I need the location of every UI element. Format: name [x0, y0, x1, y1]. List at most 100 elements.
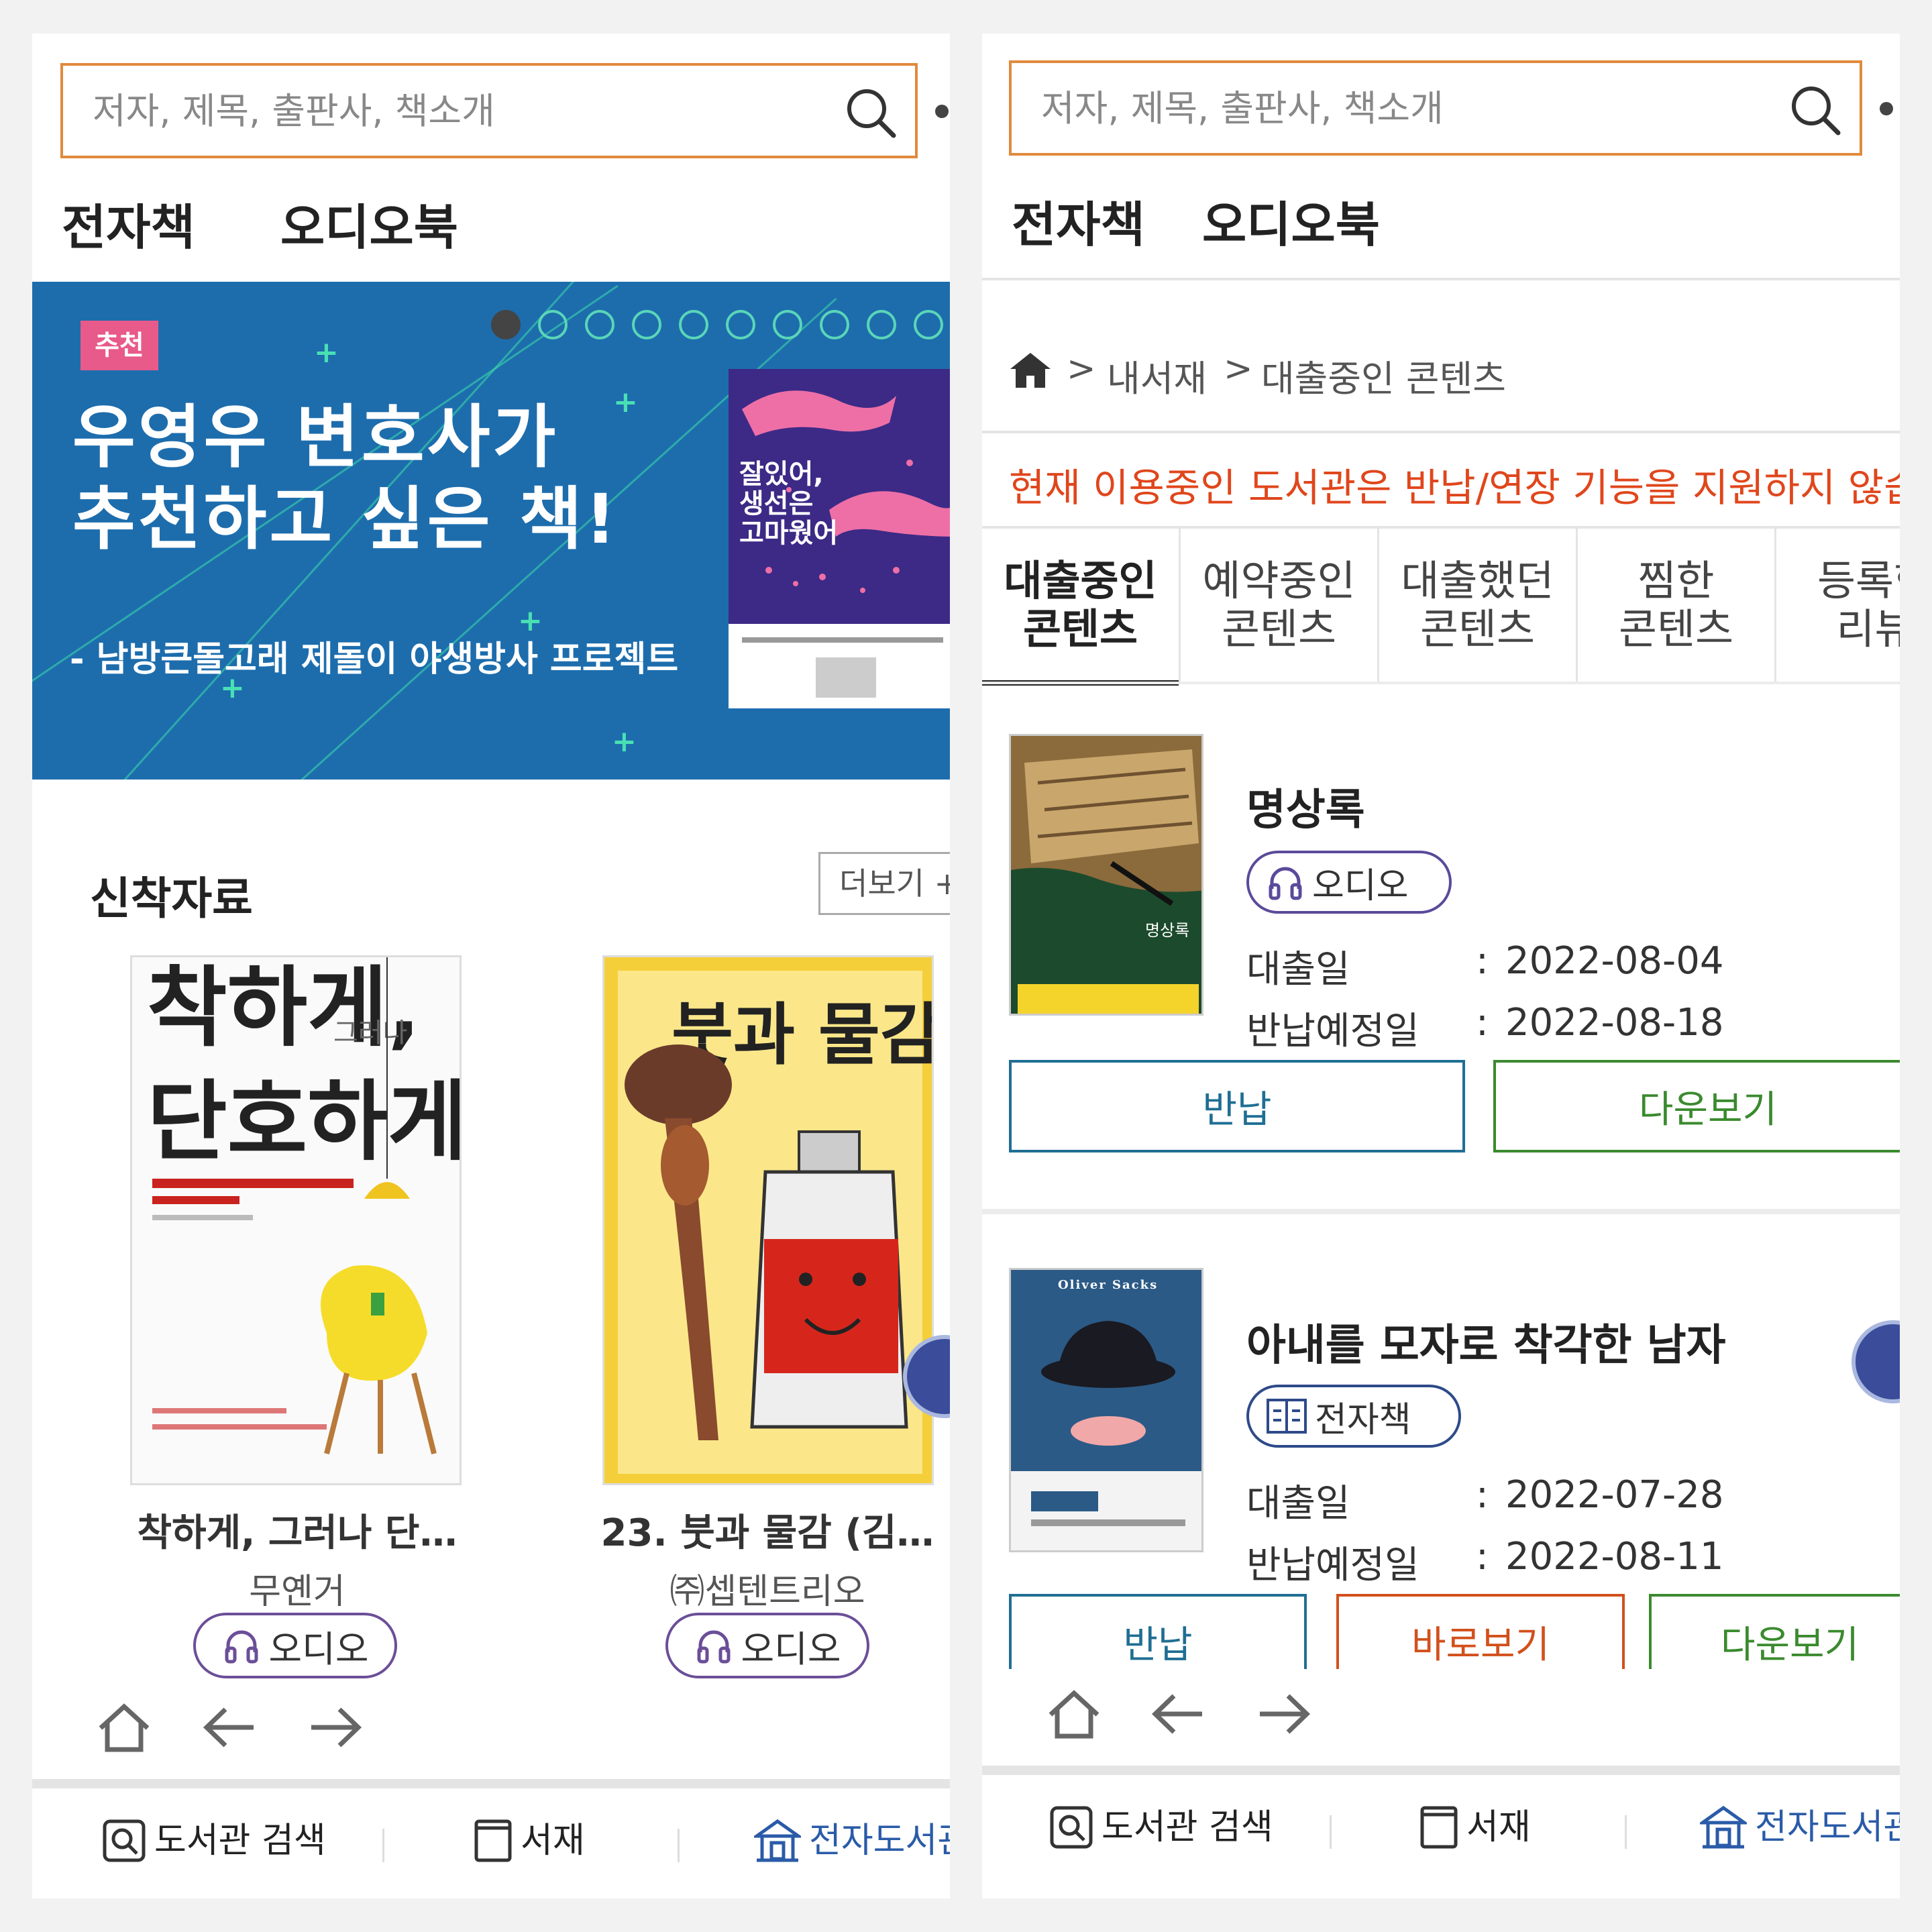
back-arrow-icon[interactable]: [1148, 1690, 1209, 1737]
search-icon[interactable]: [1788, 83, 1842, 137]
book-cover-2[interactable]: 붓과 물감: [602, 955, 934, 1485]
carousel-dot[interactable]: [773, 310, 802, 339]
tab-ebook[interactable]: 전자책: [1012, 185, 1145, 256]
my-shelf-tab[interactable]: 대출했던 콘텐츠: [1379, 527, 1578, 683]
left-screen: 저자, 제목, 출판사, 책소개 전자책 오디오북 + + + + + 추천 우…: [32, 34, 950, 1898]
search-placeholder[interactable]: 저자, 제목, 출판사, 책소개: [93, 66, 495, 157]
back-arrow-icon[interactable]: [200, 1704, 260, 1751]
forward-arrow-icon[interactable]: [1253, 1690, 1313, 1737]
my-shelf-tab[interactable]: 등록한리뷰: [1776, 527, 1900, 683]
headphones-icon: [1269, 867, 1302, 900]
tab-audiobook[interactable]: 오디오북: [1202, 185, 1380, 256]
top-tabs: 전자책 오디오북: [62, 188, 598, 258]
type-badge-audio: 오디오: [1246, 851, 1452, 914]
my-shelf-tab[interactable]: 예약중인 콘텐츠: [1181, 527, 1379, 683]
tab-label-line2: 콘텐츠: [1618, 604, 1734, 653]
search-box-icon: [103, 1819, 146, 1862]
nav-shelf-label: 서재: [1466, 1807, 1531, 1847]
notice-text: 현재 이용중인 도서관은 반납/연장 기능을 지원하지 않습니: [1009, 465, 1900, 511]
divider: [982, 682, 1900, 684]
tab-label-line2: 콘텐츠: [1419, 604, 1536, 653]
book-author-2: ㈜셉텐트리오: [669, 1572, 865, 1612]
promo-banner[interactable]: + + + + + 추천 우영우 변호사가 추천하고 싶은 책! - 남방큰돌고…: [32, 282, 950, 780]
tab-audiobook[interactable]: 오디오북: [280, 188, 458, 258]
tab-label-line1: 대출중인: [1004, 556, 1157, 605]
nav-library-search[interactable]: 도서관 검색: [1049, 1775, 1273, 1880]
type-badge-ebook: 전자책: [1246, 1385, 1461, 1448]
carousel-dot[interactable]: [867, 310, 896, 339]
tab-label-line1: 찜한: [1638, 556, 1715, 605]
nav-e-library[interactable]: 전자도서관: [1700, 1775, 1900, 1880]
menu-dot-icon[interactable]: [1880, 102, 1893, 115]
loan-title-2[interactable]: 아내를 모자로 착각한 남자: [1246, 1311, 1726, 1373]
nav-shelf[interactable]: 서재: [1419, 1775, 1531, 1880]
carousel-dot[interactable]: [538, 310, 568, 339]
right-screen: 저자, 제목, 출판사, 책소개 전자책 오디오북 > 내서재 > 대출중인 콘…: [982, 34, 1900, 1898]
search-box[interactable]: 저자, 제목, 출판사, 책소개: [60, 63, 918, 158]
menu-dot-icon[interactable]: [935, 105, 949, 118]
new-arrivals-title: 신착자료: [90, 873, 253, 924]
search-placeholder[interactable]: 저자, 제목, 출판사, 책소개: [1041, 63, 1444, 154]
book-cover-1[interactable]: 착하게, 그러나 단호하게: [130, 955, 462, 1485]
tab-ebook[interactable]: 전자책: [62, 188, 195, 258]
tab-label-line2: 리뷰: [1836, 604, 1900, 653]
carousel-dot[interactable]: [491, 310, 521, 339]
loan-date-value: 2022-08-04: [1505, 939, 1724, 983]
carousel-dot[interactable]: [820, 310, 849, 339]
forward-arrow-icon[interactable]: [305, 1704, 365, 1751]
return-button[interactable]: 반납: [1009, 1060, 1465, 1152]
home-icon[interactable]: [1009, 350, 1052, 389]
book-title-2[interactable]: 23. 붓과 물감 (김…: [566, 1503, 950, 1557]
headphones-icon: [225, 1630, 258, 1664]
divider: [982, 278, 1900, 280]
due-date-value: 2022-08-11: [1505, 1535, 1724, 1578]
nav-library-search[interactable]: 도서관 검색: [102, 1788, 326, 1893]
tab-label-line2: 콘텐츠: [1022, 604, 1138, 653]
cover1-text-2: 단호하게: [147, 1071, 462, 1173]
loan-cover-2[interactable]: Oliver Sacks: [1009, 1268, 1203, 1552]
carousel-dot[interactable]: [679, 310, 708, 339]
my-shelf-tab[interactable]: 찜한 콘텐츠: [1578, 527, 1776, 683]
carousel-dot[interactable]: [726, 310, 755, 339]
nav-e-library-label: 전자도서관: [1755, 1807, 1900, 1847]
tab-label-line1: 등록한: [1817, 556, 1900, 605]
nav-shelf[interactable]: 서재: [474, 1788, 585, 1893]
download-button[interactable]: 다운보기: [1493, 1060, 1900, 1152]
banner-book-cover: 잘있어, 생선은 고마웠어: [729, 369, 950, 708]
type-badge-label: 전자책: [1315, 1399, 1411, 1440]
loan-cover-1-title: 명상록: [1145, 921, 1189, 940]
book-icon: [474, 1819, 512, 1862]
type-badge-label: 오디오: [1312, 865, 1409, 906]
search-icon[interactable]: [844, 86, 898, 140]
nav-divider: [678, 1829, 680, 1862]
banner-headline-2: 추천하고 싶은 책!: [72, 480, 619, 559]
carousel-dot[interactable]: [632, 310, 661, 339]
nav-e-library[interactable]: 전자도서관: [754, 1788, 950, 1893]
carousel-dot[interactable]: [585, 310, 614, 339]
loan-date-label: 대출일: [1246, 948, 1350, 991]
library-building-icon: [754, 1819, 801, 1862]
breadcrumb-sep: >: [1067, 349, 1096, 389]
recommend-badge: 추천: [80, 321, 158, 370]
my-shelf-tab[interactable]: 대출중인 콘텐츠: [982, 527, 1181, 686]
scroll-fab-button[interactable]: [1851, 1320, 1900, 1403]
loan-title-1[interactable]: 명상록: [1246, 775, 1365, 837]
top-tabs: 전자책 오디오북: [1012, 185, 1548, 253]
loan-cover-1[interactable]: 명상록: [1009, 734, 1203, 1016]
due-date-label: 반납예정일: [1246, 1544, 1419, 1587]
breadcrumb-my-shelf[interactable]: 내서재: [1107, 349, 1207, 402]
loan-date-colon: :: [1476, 1473, 1489, 1517]
book-title-1[interactable]: 착하게, 그러나 단…: [99, 1503, 495, 1557]
home-icon[interactable]: [94, 1701, 154, 1755]
tab-label-line1: 대출했던: [1401, 556, 1554, 605]
search-box[interactable]: 저자, 제목, 출판사, 책소개: [1009, 60, 1862, 156]
due-date-colon: :: [1476, 1535, 1489, 1578]
book-author-1: 무옌거: [249, 1572, 345, 1612]
nav-e-library-label: 전자도서관: [809, 1821, 950, 1861]
more-button[interactable]: 더보기 +: [818, 852, 950, 915]
loan-cover-2-author: Oliver Sacks: [1058, 1278, 1158, 1292]
loan-date-colon: :: [1476, 939, 1489, 983]
home-icon[interactable]: [1044, 1688, 1104, 1741]
carousel-dot[interactable]: [914, 310, 943, 339]
divider: [982, 431, 1900, 433]
